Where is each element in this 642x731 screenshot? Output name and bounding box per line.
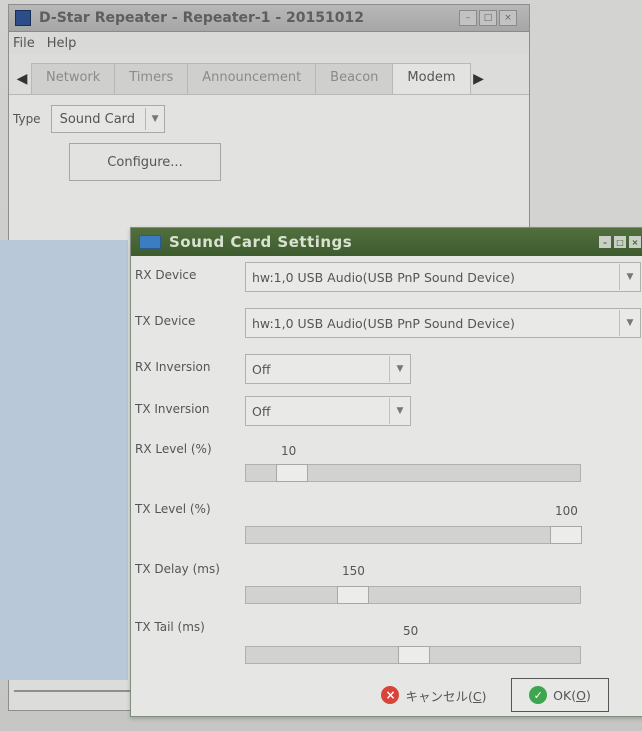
tx-inversion-label: TX Inversion	[135, 402, 210, 416]
tx-delay-value: 150	[342, 564, 365, 578]
menu-help[interactable]: Help	[47, 36, 77, 51]
tx-delay-label: TX Delay (ms)	[135, 562, 220, 576]
tx-level-slider-handle[interactable]	[550, 526, 582, 544]
dialog-maximize-icon[interactable]: □	[614, 236, 626, 248]
tx-inversion-select[interactable]: Off ▼	[245, 396, 411, 426]
tx-level-slider[interactable]	[245, 526, 582, 544]
main-window-scrollbar[interactable]	[14, 690, 134, 692]
sound-card-settings-dialog: Sound Card Settings – □ × RX Device hw:1…	[130, 227, 642, 717]
main-window-title: D-Star Repeater - Repeater-1 - 20151012	[39, 10, 364, 26]
tx-device-label: TX Device	[135, 314, 196, 328]
dialog-window-controls: – □ ×	[599, 236, 641, 248]
tx-level-value: 100	[555, 504, 578, 518]
tx-tail-slider[interactable]	[245, 646, 581, 664]
tab-scroll-right-icon[interactable]: ▶	[470, 64, 488, 94]
type-select-value: Sound Card	[59, 111, 136, 127]
rx-inversion-label: RX Inversion	[135, 360, 211, 374]
type-select[interactable]: Sound Card ▼	[50, 105, 166, 133]
tab-bar: ◀ Network Timers Announcement Beacon Mod…	[9, 54, 529, 94]
cancel-button[interactable]: × キャンセル(C)	[369, 678, 499, 712]
rx-device-label: RX Device	[135, 268, 197, 282]
app-icon	[15, 10, 31, 26]
ok-button[interactable]: ✓ OK(O)	[511, 678, 609, 712]
rx-level-slider-handle[interactable]	[276, 464, 308, 482]
tx-delay-slider[interactable]	[245, 586, 581, 604]
menubar: File Help	[9, 32, 529, 54]
tx-level-label: TX Level (%)	[135, 502, 211, 516]
tx-delay-slider-handle[interactable]	[337, 586, 369, 604]
chevron-down-icon: ▼	[145, 108, 164, 130]
tab-network[interactable]: Network	[31, 63, 116, 94]
rx-level-label: RX Level (%)	[135, 442, 212, 456]
rx-inversion-select[interactable]: Off ▼	[245, 354, 411, 384]
chevron-down-icon: ▼	[619, 310, 640, 336]
tx-device-select[interactable]: hw:1,0 USB Audio(USB PnP Sound Device) ▼	[245, 308, 641, 338]
dialog-title: Sound Card Settings	[169, 233, 353, 251]
tab-announcement[interactable]: Announcement	[187, 63, 317, 94]
chevron-down-icon: ▼	[389, 398, 410, 424]
minimize-icon[interactable]: –	[459, 10, 477, 26]
ok-button-label: OK(O)	[553, 687, 591, 703]
tab-modem[interactable]: Modem	[392, 63, 471, 94]
tab-beacon[interactable]: Beacon	[315, 63, 394, 94]
maximize-icon[interactable]: □	[479, 10, 497, 26]
rx-level-value: 10	[281, 444, 297, 458]
chevron-down-icon: ▼	[389, 356, 410, 382]
cancel-icon: ×	[381, 686, 400, 704]
cancel-button-label: キャンセル(C)	[405, 688, 487, 704]
tab-scroll-left-icon[interactable]: ◀	[13, 64, 31, 94]
dialog-minimize-icon[interactable]: –	[599, 236, 611, 248]
background-window-strip	[0, 240, 128, 680]
type-label: Type	[13, 112, 41, 126]
dialog-app-icon	[139, 235, 161, 249]
dialog-titlebar[interactable]: Sound Card Settings – □ ×	[131, 228, 642, 256]
modem-tab-panel: Type Sound Card ▼ Configure...	[9, 94, 529, 245]
rx-device-value: hw:1,0 USB Audio(USB PnP Sound Device)	[252, 269, 515, 285]
tab-timers[interactable]: Timers	[114, 63, 189, 94]
tx-tail-slider-handle[interactable]	[398, 646, 430, 664]
main-titlebar[interactable]: D-Star Repeater - Repeater-1 - 20151012 …	[9, 5, 529, 32]
chevron-down-icon: ▼	[619, 264, 640, 290]
dialog-close-icon[interactable]: ×	[629, 236, 641, 248]
ok-icon: ✓	[529, 686, 548, 704]
type-row: Type Sound Card ▼	[13, 105, 166, 133]
rx-inversion-value: Off	[252, 361, 271, 377]
tx-device-value: hw:1,0 USB Audio(USB PnP Sound Device)	[252, 315, 515, 331]
configure-button[interactable]: Configure...	[69, 143, 221, 181]
desktop-right-area	[528, 0, 642, 230]
tx-tail-label: TX Tail (ms)	[135, 620, 205, 634]
rx-level-slider[interactable]	[245, 464, 581, 482]
tx-inversion-value: Off	[252, 403, 271, 419]
main-window-controls: – □ ×	[459, 10, 517, 26]
menu-file[interactable]: File	[13, 36, 35, 51]
close-icon[interactable]: ×	[499, 10, 517, 26]
rx-device-select[interactable]: hw:1,0 USB Audio(USB PnP Sound Device) ▼	[245, 262, 641, 292]
tx-tail-value: 50	[403, 624, 419, 638]
